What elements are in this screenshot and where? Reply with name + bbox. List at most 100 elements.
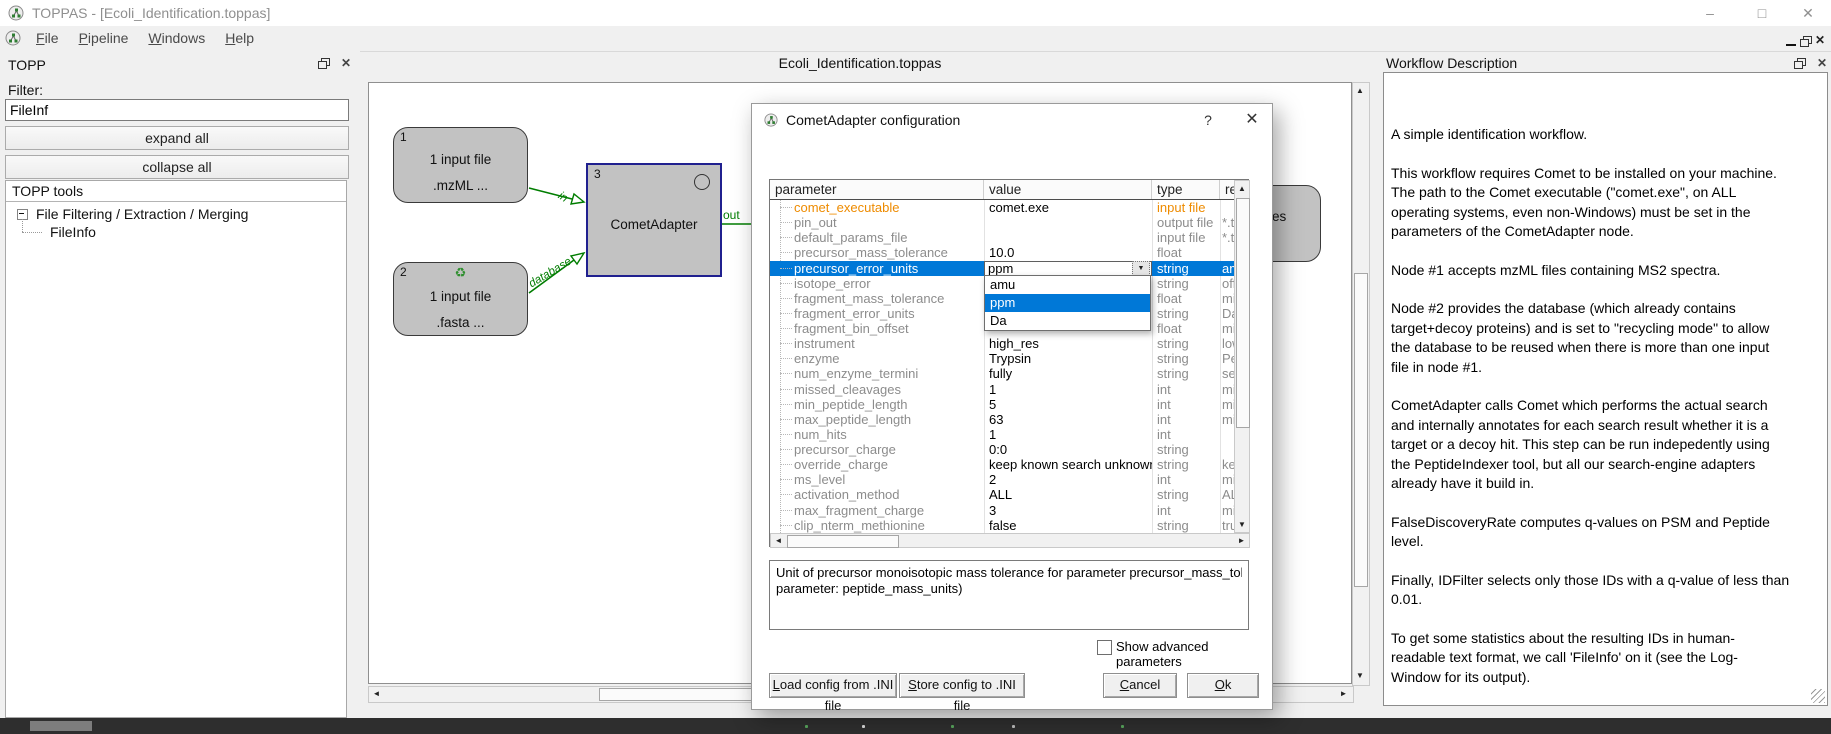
- param-row-override_charge[interactable]: override_chargekeep known search unknown…: [770, 457, 1234, 472]
- param-row-precursor_charge[interactable]: precursor_charge0:0string: [770, 442, 1234, 457]
- tree-branch: [780, 358, 792, 359]
- param-row-min_peptide_length[interactable]: min_peptide_length5intmin: [770, 397, 1234, 412]
- param-value[interactable]: 10.0: [984, 245, 1152, 260]
- param-value[interactable]: 1: [984, 427, 1152, 442]
- param-row-precursor_error_units[interactable]: precursor_error_unitsppm▼stringamu: [770, 261, 1234, 276]
- vscroll-thumb[interactable]: [1354, 273, 1368, 587]
- param-row-ms_level[interactable]: ms_level2intmin: [770, 472, 1234, 487]
- scroll-right-icon[interactable]: ►: [1336, 687, 1351, 700]
- param-value[interactable]: comet.exe: [984, 200, 1152, 215]
- param-value[interactable]: keep known search unknown: [984, 457, 1152, 472]
- table-vscroll-thumb[interactable]: [1236, 198, 1250, 428]
- column-res[interactable]: res: [1220, 180, 1234, 199]
- param-row-max_peptide_length[interactable]: max_peptide_length63intmin: [770, 412, 1234, 427]
- cancel-button[interactable]: Cancel: [1103, 673, 1177, 698]
- mdi-minimize-icon[interactable]: [1786, 34, 1796, 46]
- param-value[interactable]: 63: [984, 412, 1152, 427]
- node-3-cometadapter[interactable]: 3 CometAdapter: [586, 163, 722, 277]
- maximize-icon[interactable]: □: [1745, 3, 1779, 23]
- node-2-input-fasta[interactable]: 2 ♻ 1 input file .fasta ...: [393, 262, 528, 336]
- float-panel-icon[interactable]: [318, 58, 329, 68]
- dialog-close-icon[interactable]: ✕: [1237, 108, 1267, 132]
- param-value[interactable]: false: [984, 518, 1152, 533]
- tree-group-file-filtering[interactable]: File Filtering / Extraction / Merging: [6, 205, 346, 223]
- param-row-max_fragment_charge[interactable]: max_fragment_charge3intmin: [770, 503, 1234, 518]
- float-panel-icon[interactable]: [1794, 58, 1805, 68]
- param-value[interactable]: ALL: [984, 487, 1152, 502]
- param-row-instrument[interactable]: instrumenthigh_resstringlow: [770, 336, 1234, 351]
- param-value[interactable]: 5: [984, 397, 1152, 412]
- tree-group-label: File Filtering / Extraction / Merging: [36, 206, 248, 222]
- value-combobox[interactable]: ppm▼: [984, 261, 1152, 276]
- show-advanced-checkbox[interactable]: [1097, 640, 1112, 655]
- scroll-down-icon[interactable]: ▼: [1235, 517, 1249, 532]
- scroll-up-icon[interactable]: ▲: [1353, 83, 1367, 98]
- mdi-close-icon[interactable]: ✕: [1815, 34, 1825, 46]
- workflow-description-text[interactable]: A simple identification workflow.This wo…: [1383, 72, 1828, 706]
- dropdown-option-ppm[interactable]: ppm: [985, 294, 1150, 312]
- param-value[interactable]: 3: [984, 503, 1152, 518]
- node-1-input-mzml[interactable]: 1 1 input file .mzML ...: [393, 127, 528, 203]
- param-value[interactable]: fully: [984, 366, 1152, 381]
- param-row-num_hits[interactable]: num_hits1int: [770, 427, 1234, 442]
- param-row-enzyme[interactable]: enzymeTrypsinstringPep: [770, 351, 1234, 366]
- column-type[interactable]: type: [1152, 180, 1220, 199]
- expand-all-button[interactable]: expand all: [5, 126, 349, 150]
- column-parameter[interactable]: parameter: [770, 180, 984, 199]
- ok-button[interactable]: Ok: [1187, 673, 1259, 698]
- param-row-pin_out[interactable]: pin_outoutput file*.ts: [770, 215, 1234, 230]
- close-icon[interactable]: ✕: [1791, 3, 1825, 23]
- menu-item-pipeline[interactable]: Pipeline: [69, 26, 139, 50]
- dropdown-option-Da[interactable]: Da: [985, 312, 1150, 330]
- param-value[interactable]: high_res: [984, 336, 1152, 351]
- scroll-left-icon[interactable]: ◄: [369, 687, 384, 700]
- minimize-icon[interactable]: –: [1693, 3, 1727, 23]
- scroll-left-icon[interactable]: ◄: [771, 534, 786, 547]
- param-name: missed_cleavages: [794, 382, 901, 397]
- param-value[interactable]: 2: [984, 472, 1152, 487]
- hidden-node-label: es: [1272, 209, 1286, 224]
- dropdown-option-amu[interactable]: amu: [985, 276, 1150, 294]
- menu-item-help[interactable]: Help: [215, 26, 264, 50]
- param-restrictions: amu: [1220, 261, 1234, 276]
- menu-item-windows[interactable]: Windows: [138, 26, 215, 50]
- table-header[interactable]: parameter value type res: [770, 180, 1234, 200]
- param-row-missed_cleavages[interactable]: missed_cleavages1intmin: [770, 382, 1234, 397]
- filter-input[interactable]: [5, 99, 349, 121]
- param-row-default_params_file[interactable]: default_params_fileinput file*.ts: [770, 230, 1234, 245]
- table-hscrollbar[interactable]: ◄ ►: [770, 533, 1250, 548]
- load-config-button[interactable]: Load config from .INI file: [769, 673, 897, 698]
- store-config-button[interactable]: Store config to .INI file: [899, 673, 1025, 698]
- resize-grip[interactable]: [1811, 689, 1825, 703]
- tree-item-fileinfo[interactable]: FileInfo: [6, 223, 346, 241]
- canvas-vscrollbar[interactable]: ▲ ▼: [1352, 82, 1370, 686]
- dialog-title-bar[interactable]: CometAdapter configuration ? ✕: [752, 104, 1272, 136]
- table-hscroll-thumb[interactable]: [787, 535, 899, 548]
- close-panel-icon[interactable]: ✕: [341, 57, 351, 69]
- param-type: output file: [1152, 215, 1220, 230]
- param-row-activation_method[interactable]: activation_methodALLstringALL: [770, 487, 1234, 502]
- param-row-clip_nterm_methionine[interactable]: clip_nterm_methioninefalsestringtrue: [770, 518, 1234, 533]
- tree-branch: [780, 510, 792, 511]
- column-value[interactable]: value: [984, 180, 1152, 199]
- scroll-up-icon[interactable]: ▲: [1235, 181, 1249, 196]
- param-value[interactable]: [984, 215, 1152, 230]
- collapse-all-button[interactable]: collapse all: [5, 155, 349, 179]
- table-vscrollbar[interactable]: ▲ ▼: [1234, 180, 1250, 533]
- param-value[interactable]: ppm▼: [984, 261, 1152, 276]
- scroll-down-icon[interactable]: ▼: [1353, 668, 1367, 683]
- param-value[interactable]: [984, 230, 1152, 245]
- param-row-num_enzyme_termini[interactable]: num_enzyme_terminifullystringsem: [770, 366, 1234, 381]
- combobox-dropdown-icon[interactable]: ▼: [1132, 261, 1150, 276]
- units-dropdown-popup[interactable]: amuppmDa: [984, 275, 1151, 331]
- mdi-restore-icon[interactable]: [1800, 36, 1811, 46]
- scroll-right-icon[interactable]: ►: [1234, 534, 1249, 547]
- help-icon[interactable]: ?: [1193, 108, 1223, 132]
- param-value[interactable]: Trypsin: [984, 351, 1152, 366]
- menu-item-file[interactable]: File: [26, 26, 69, 50]
- close-panel-icon[interactable]: ✕: [1817, 57, 1827, 69]
- param-value[interactable]: 0:0: [984, 442, 1152, 457]
- param-row-precursor_mass_tolerance[interactable]: precursor_mass_tolerance10.0float: [770, 245, 1234, 260]
- param-value[interactable]: 1: [984, 382, 1152, 397]
- param-row-comet_executable[interactable]: comet_executablecomet.exeinput file: [770, 200, 1234, 215]
